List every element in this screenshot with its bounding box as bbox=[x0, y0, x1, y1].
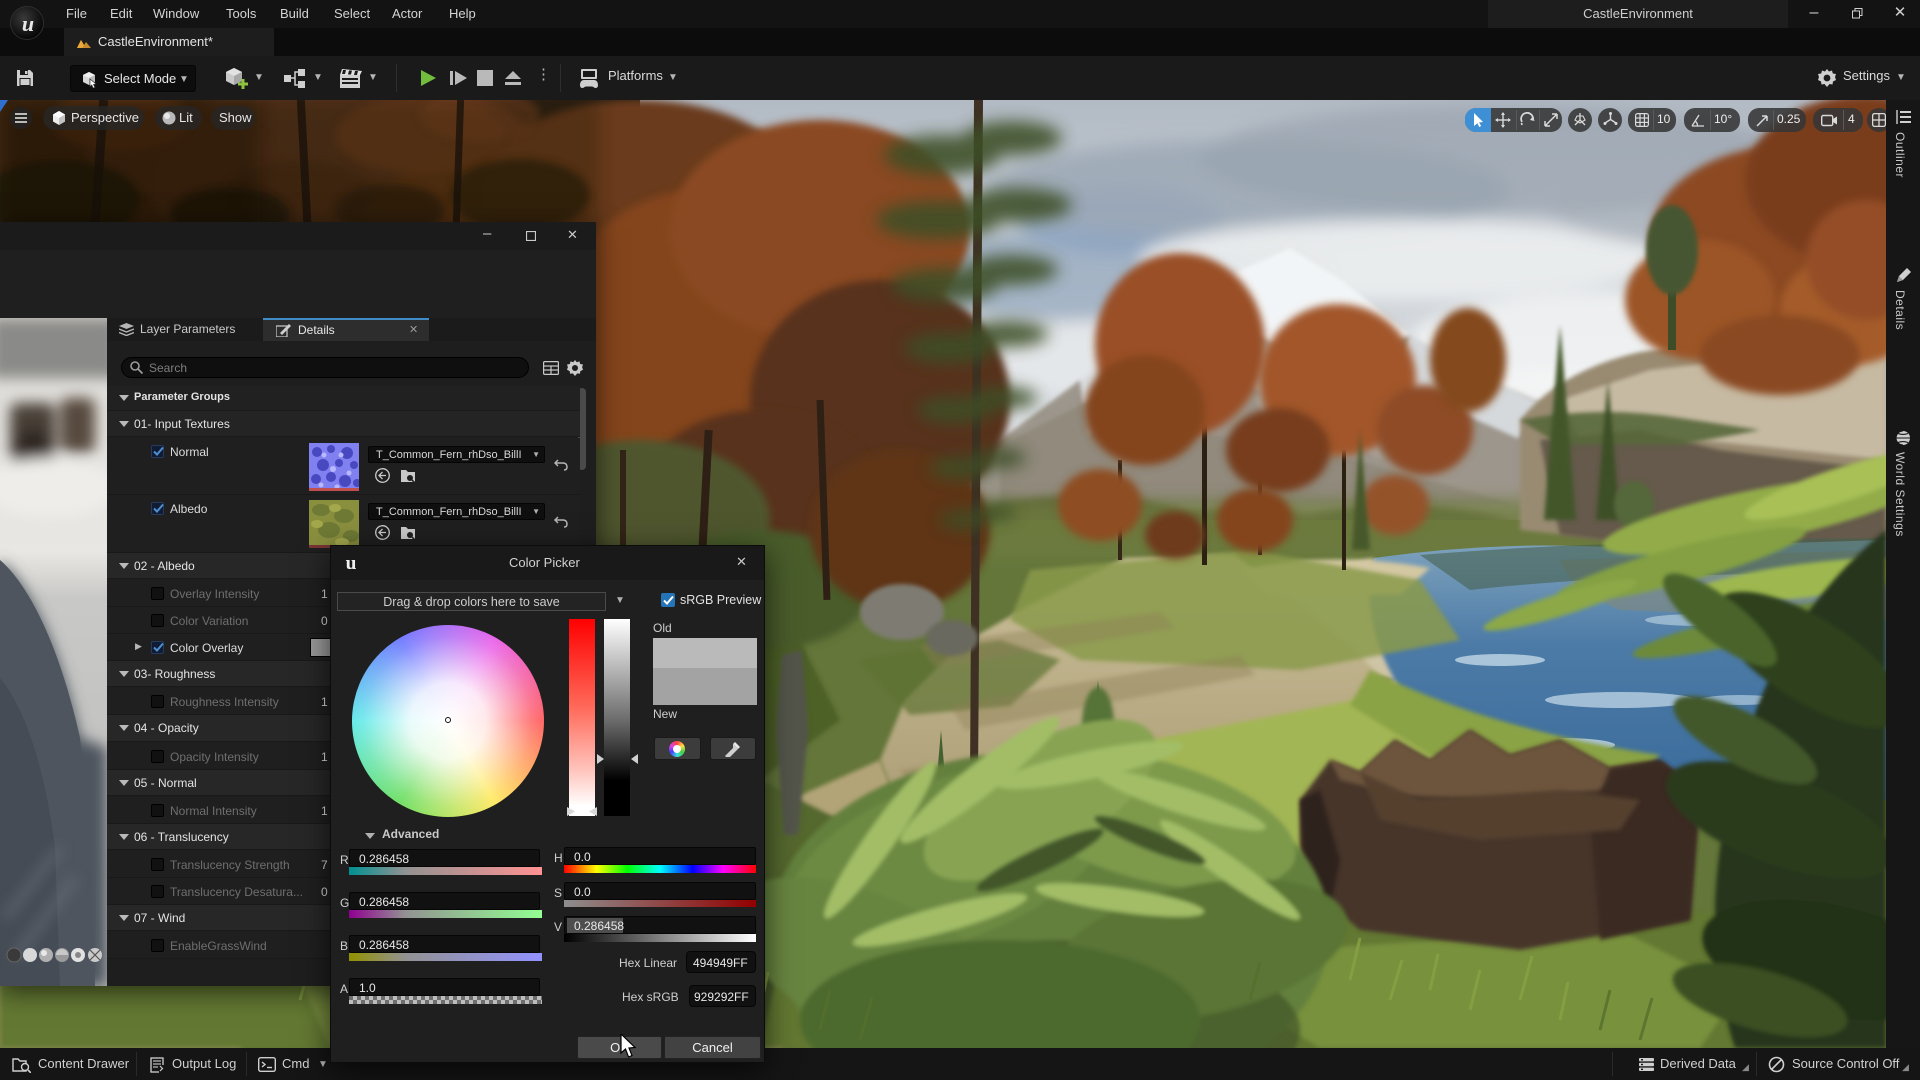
svg-text:u: u bbox=[22, 11, 34, 36]
svg-text:u: u bbox=[346, 553, 357, 574]
